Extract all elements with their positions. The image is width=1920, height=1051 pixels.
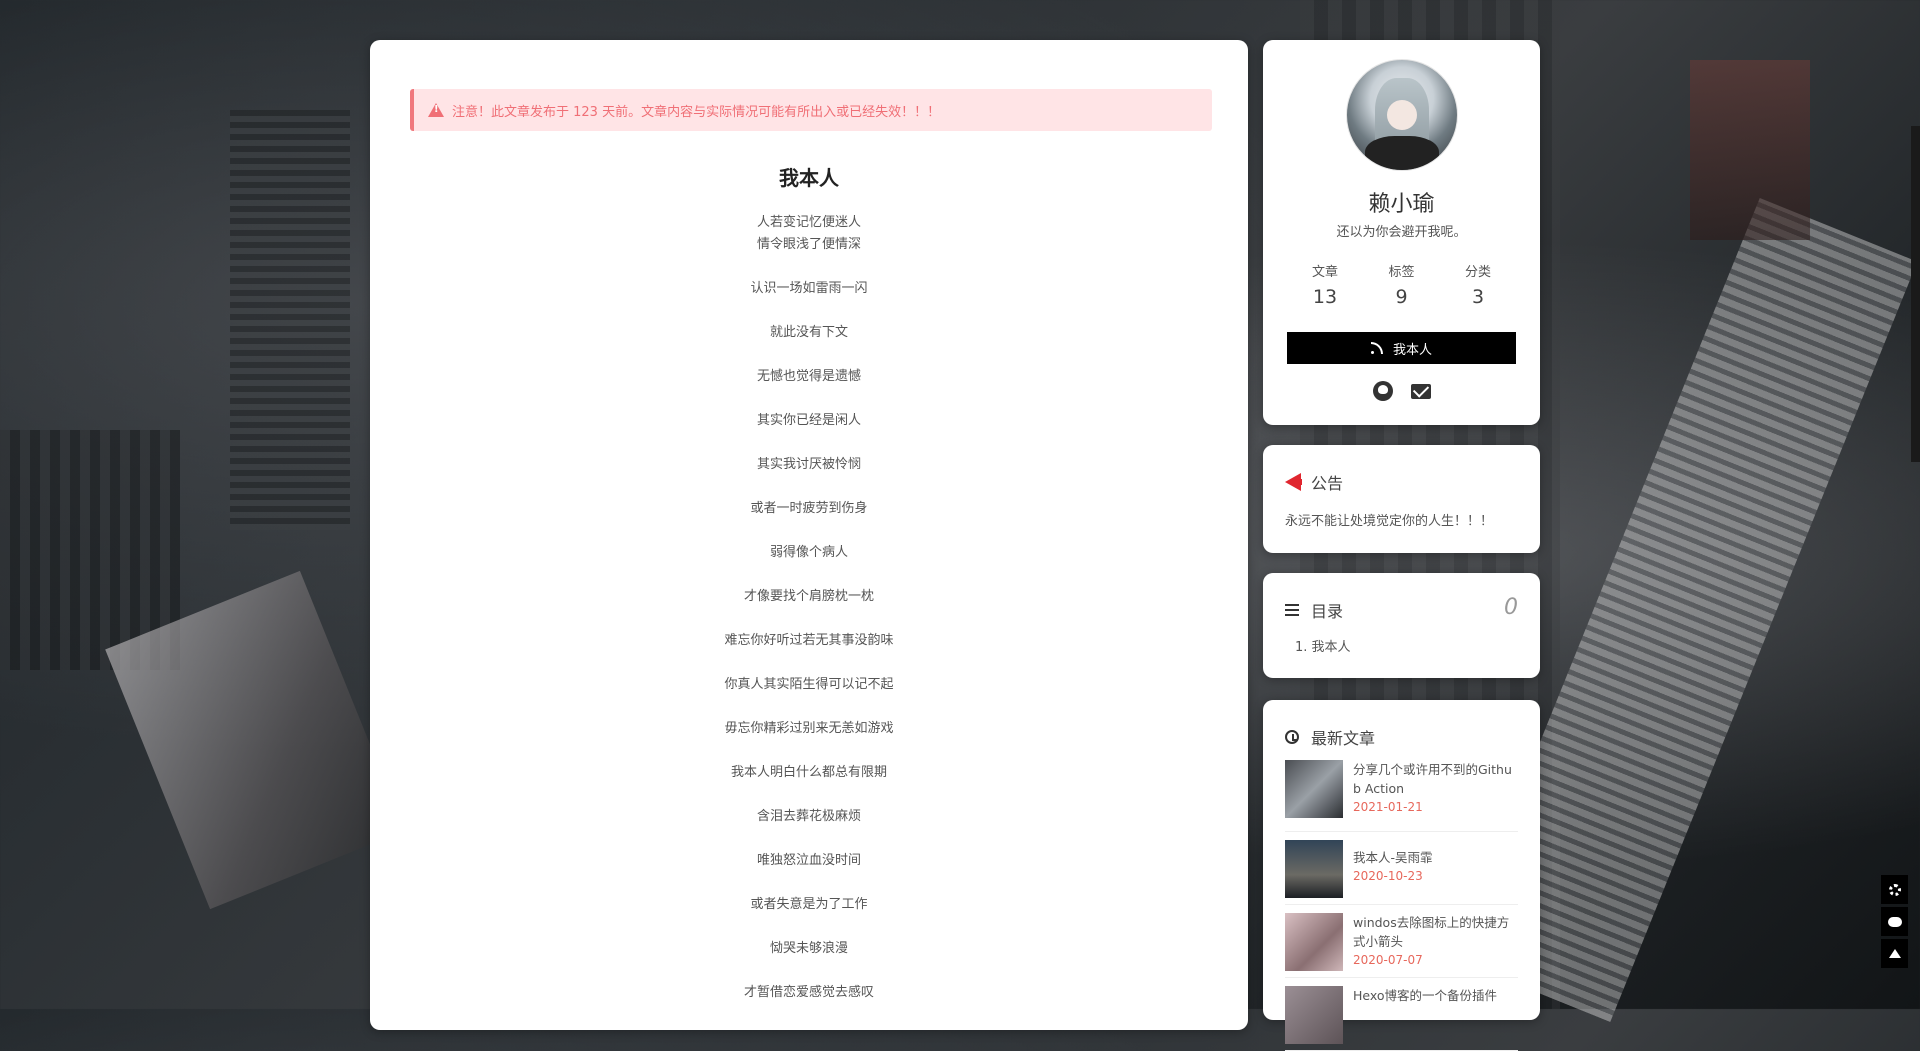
back-to-top-button[interactable] [1881, 939, 1908, 968]
stat-label: 分类 [1464, 265, 1491, 280]
recent-posts-header: 最新文章 [1285, 725, 1375, 749]
post-title: 我本人 [779, 166, 839, 190]
warning-icon [428, 103, 444, 117]
recent-posts-title: 最新文章 [1311, 729, 1376, 748]
poem-line: 认识一场如雷雨一闪 [750, 281, 868, 296]
recent-post-item[interactable]: 我本人-吴雨霏 2020-10-23 [1285, 832, 1518, 905]
recent-post-title[interactable]: 分享几个或许用不到的Github Action [1353, 760, 1518, 798]
avatar[interactable] [1346, 59, 1458, 171]
recent-post-title[interactable]: windos去除图标上的快捷方式小箭头 [1353, 913, 1518, 951]
comments-button[interactable] [1881, 907, 1908, 936]
recent-post-item[interactable]: Hexo博客的一个备份插件 [1285, 978, 1518, 1051]
poem-line: 含泪去葬花极麻烦 [756, 809, 861, 824]
follow-button[interactable]: 我本人 [1287, 332, 1516, 364]
profile-card: 赖小瑜 还以为你会避开我呢。 文章 13 标签 9 分类 3 我本人 [1263, 40, 1540, 425]
poem-line: 毋忘你精彩过别来无恙如游戏 [724, 721, 894, 736]
poem-line: 我本人明白什么都总有限期 [730, 765, 887, 780]
poem-line: 情令眼浅了便情深 [756, 237, 861, 252]
stat-tags[interactable]: 标签 9 [1364, 261, 1440, 308]
poem-line: 其实我讨厌被怜悯 [756, 457, 861, 472]
post-body: 人若变记忆便迷人 情令眼浅了便情深 认识一场如雷雨一闪 就此没有下文 无憾也觉得… [370, 212, 1248, 1004]
recent-post-title[interactable]: Hexo博客的一个备份插件 [1353, 986, 1518, 1005]
poem-line: 其实你已经是闲人 [756, 413, 861, 428]
article-card: 注意！此文章发布于 123 天前。文章内容与实际情况可能有所出入或已经失效！！！… [370, 40, 1248, 1030]
outdated-notice-text: 注意！此文章发布于 123 天前。文章内容与实际情况可能有所出入或已经失效！！！ [452, 104, 941, 120]
gear-icon [1888, 883, 1901, 896]
poem-line: 人若变记忆便迷人 [756, 215, 861, 230]
announcement-title: 公告 [1311, 474, 1344, 493]
poem-line: 难忘你好听过若无其事没韵味 [724, 633, 894, 648]
stat-value: 13 [1312, 286, 1338, 308]
arrow-up-icon [1888, 949, 1901, 958]
post-thumbnail[interactable] [1285, 986, 1343, 1044]
announcement-text: 永远不能让处境觉定你的人生！！！ [1285, 514, 1494, 529]
toc-progress: 0 [1504, 595, 1518, 620]
toc-title: 目录 [1311, 602, 1344, 621]
list-icon [1285, 604, 1299, 616]
stat-value: 3 [1471, 286, 1485, 308]
recent-post-title[interactable]: 我本人-吴雨霏 [1353, 848, 1518, 867]
recent-post-item[interactable]: windos去除图标上的快捷方式小箭头 2020-07-07 [1285, 905, 1518, 978]
follow-button-label: 我本人 [1392, 341, 1432, 357]
recent-post-date: 2021-01-21 [1353, 800, 1423, 814]
announcement-header: 公告 [1285, 470, 1343, 494]
poem-line: 才暂借恋爱感觉去感叹 [743, 985, 874, 1000]
toc-card: 目录 0 1. 我本人 [1263, 573, 1540, 678]
post-thumbnail[interactable] [1285, 840, 1343, 898]
author-stats: 文章 13 标签 9 分类 3 [1287, 261, 1516, 308]
history-icon [1285, 730, 1299, 744]
toc-item[interactable]: 1. 我本人 [1295, 636, 1351, 655]
social-links [1263, 381, 1540, 401]
settings-button[interactable] [1881, 875, 1908, 904]
stat-articles[interactable]: 文章 13 [1287, 261, 1363, 308]
poem-line: 才像要找个肩膀枕一枕 [743, 589, 874, 604]
background-building [230, 110, 350, 530]
announcement-card: 公告 永远不能让处境觉定你的人生！！！ [1263, 445, 1540, 553]
recent-post-date: 2020-10-23 [1353, 869, 1423, 883]
envelope-icon[interactable] [1410, 384, 1431, 399]
toc-header: 目录 [1285, 598, 1343, 622]
poem-line: 弱得像个病人 [769, 545, 848, 560]
poem-line: 或者一时疲劳到伤身 [750, 501, 868, 516]
author-name: 赖小瑜 [1368, 192, 1435, 217]
outdated-notice: 注意！此文章发布于 123 天前。文章内容与实际情况可能有所出入或已经失效！！！ [410, 89, 1212, 131]
background-building [1690, 60, 1810, 240]
comments-icon [1887, 916, 1902, 927]
recent-posts-list: 分享几个或许用不到的Github Action 2021-01-21 我本人-吴… [1285, 760, 1518, 1051]
poem-line: 或者失意是为了工作 [750, 897, 868, 912]
poem-line: 无憾也觉得是遗憾 [756, 369, 861, 384]
poem-line: 你真人其实陌生得可以记不起 [724, 677, 894, 692]
recent-post-date: 2020-07-07 [1353, 953, 1423, 967]
author-motto: 还以为你会避开我呢。 [1336, 225, 1467, 240]
recent-post-item[interactable]: 分享几个或许用不到的Github Action 2021-01-21 [1285, 760, 1518, 832]
bullhorn-icon [1285, 473, 1302, 491]
stat-categories[interactable]: 分类 3 [1440, 261, 1516, 308]
post-thumbnail[interactable] [1285, 913, 1343, 971]
recent-posts-card: 最新文章 分享几个或许用不到的Github Action 2021-01-21 … [1263, 700, 1540, 1051]
scrollbar[interactable] [1911, 126, 1920, 462]
poem-line: 恸哭未够浪漫 [769, 941, 848, 956]
rss-icon [1370, 342, 1383, 354]
stat-label: 文章 [1311, 265, 1338, 280]
stat-value: 9 [1395, 286, 1408, 308]
stat-label: 标签 [1388, 265, 1415, 280]
github-icon[interactable] [1372, 381, 1393, 401]
post-thumbnail[interactable] [1285, 760, 1343, 818]
poem-line: 唯独怒泣血没时间 [756, 853, 861, 868]
poem-line: 就此没有下文 [769, 325, 848, 340]
floating-toolbar [1881, 875, 1908, 971]
